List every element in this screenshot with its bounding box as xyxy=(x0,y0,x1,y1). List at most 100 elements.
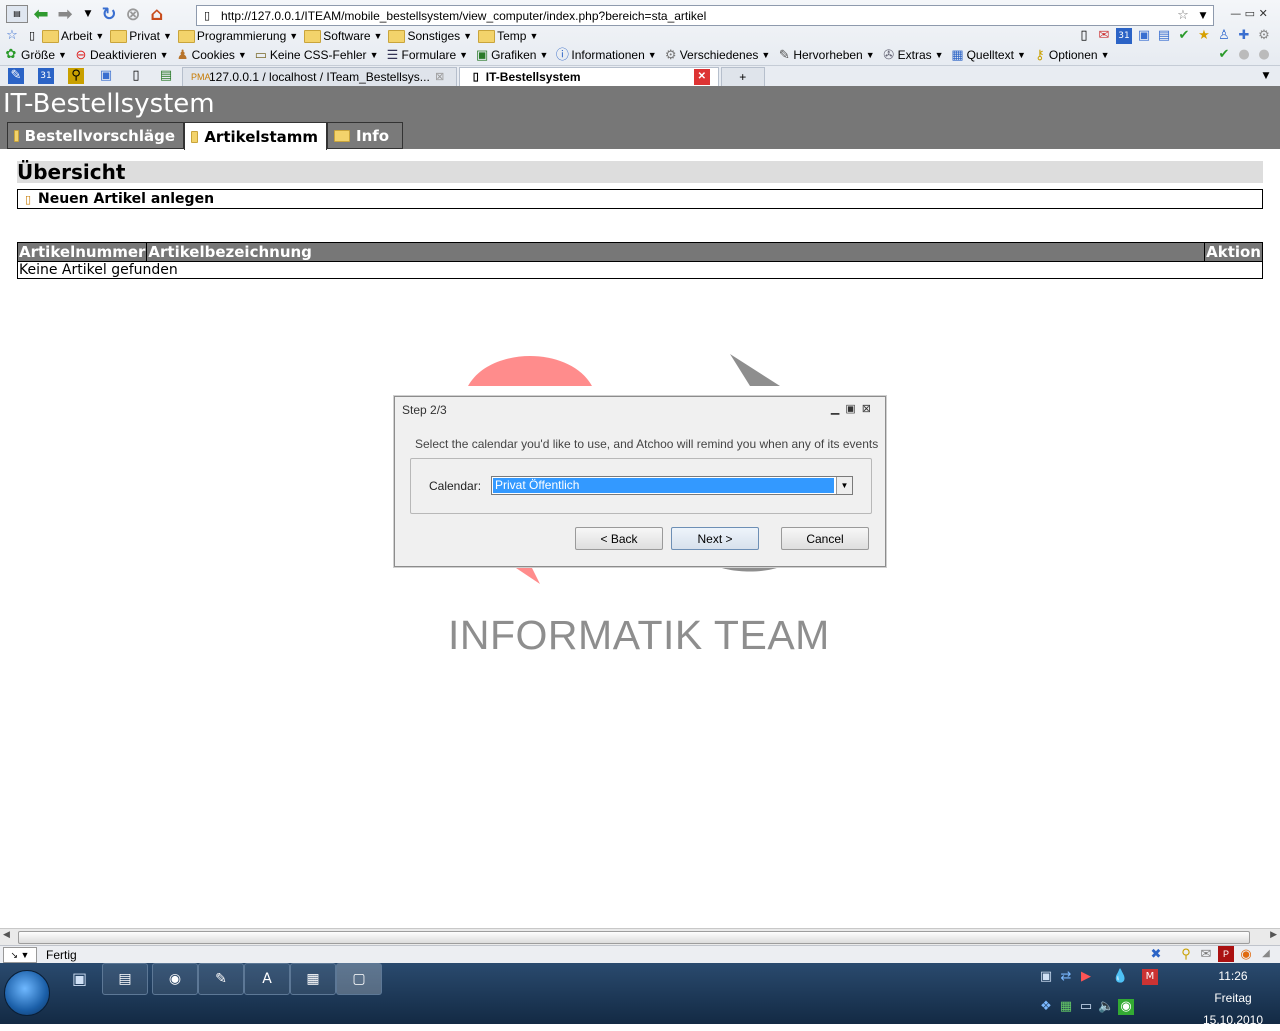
forward-button[interactable]: ➡ xyxy=(54,3,76,25)
minimize-icon[interactable]: ▁ xyxy=(831,403,845,415)
dev-formulare[interactable]: ☰ Formulare ▼ xyxy=(384,47,468,63)
url-dropdown-icon[interactable]: ▼ xyxy=(1195,8,1211,24)
tray-mail-icon[interactable]: M xyxy=(1142,969,1158,985)
history-dropdown-icon[interactable]: ▼ xyxy=(80,6,96,22)
gmail-icon[interactable]: ✉ xyxy=(1096,28,1112,44)
google-icon[interactable]: ✚ xyxy=(1236,28,1252,44)
cancel-button[interactable]: Cancel xyxy=(781,527,869,550)
site-identity-icon[interactable]: ▤ xyxy=(6,5,28,23)
dev-groesse[interactable]: Größe ▼ xyxy=(21,48,67,62)
window-controls-icon[interactable]: — ▭ ✕ xyxy=(1220,6,1278,22)
bookmark-programmierung[interactable]: Programmierung ▼ xyxy=(177,29,298,43)
bookmark-sonstiges[interactable]: Sonstiges ▼ xyxy=(388,29,472,43)
start-button-icon[interactable] xyxy=(4,970,50,1016)
tab-list-icon[interactable]: ▼ xyxy=(1258,68,1274,84)
dev-verschiedenes[interactable]: ⚙ Verschiedenes ▼ xyxy=(663,47,770,63)
tray-network-icon[interactable]: ▭ xyxy=(1078,999,1094,1015)
tab-phpmyadmin[interactable]: PMA 127.0.0.1 / localhost / ITeam_Bestel… xyxy=(182,66,457,86)
dev-deaktivieren[interactable]: ⊖ Deaktivieren ▼ xyxy=(73,47,168,63)
download-tab-icon[interactable]: ▤ xyxy=(158,68,174,84)
tray-monitor-icon[interactable]: ▣ xyxy=(1038,969,1054,985)
calendar-select[interactable]: Privat Öffentlich ▼ xyxy=(491,476,853,495)
maximize-icon[interactable]: ▣ xyxy=(845,403,861,415)
taskbar-access-icon[interactable]: A xyxy=(244,963,290,995)
feed-tab-icon[interactable]: ▣ xyxy=(98,68,114,84)
resize-grip-icon[interactable]: ◢ xyxy=(1258,946,1274,962)
check-icon[interactable]: ✔ xyxy=(1176,28,1192,44)
tab-artikelstamm[interactable]: Artikelstamm xyxy=(184,122,327,150)
dev-label: Cookies xyxy=(191,48,235,62)
firefox-icon[interactable]: ◉ xyxy=(1238,946,1254,962)
status-menu-icon[interactable]: ↘ ▼ xyxy=(3,947,37,963)
address-bar[interactable]: ▯ http://127.0.0.1/ITEAM/mobile_bestells… xyxy=(196,5,1214,26)
reader-icon[interactable]: ▣ xyxy=(1136,28,1152,44)
tray-windows-icon[interactable]: ▦ xyxy=(1058,999,1074,1015)
chevron-down-icon[interactable]: ▼ xyxy=(836,477,852,494)
note-icon[interactable]: ▯ xyxy=(1076,28,1092,44)
taskbar-atchoo-icon[interactable]: ▢ xyxy=(336,963,382,995)
chart-icon[interactable]: ▤ xyxy=(1156,28,1172,44)
taskbar-clock[interactable]: 11:26 Freitag 15.10.2010 xyxy=(1198,965,1268,1031)
tab-bestellvorschlaege[interactable]: Bestellvorschläge xyxy=(7,122,184,149)
bookmark-label: Programmierung xyxy=(196,29,287,43)
mail-status-icon[interactable]: ✉ xyxy=(1198,946,1214,962)
tray-teamviewer-icon[interactable]: ⇄ xyxy=(1058,969,1074,985)
dev-extras[interactable]: ✇ Extras ▼ xyxy=(881,47,943,63)
tray-drop-icon[interactable]: 💧 xyxy=(1112,969,1128,985)
url-text[interactable]: http://127.0.0.1/ITEAM/mobile_bestellsys… xyxy=(221,9,706,23)
taskbar-firefox-icon[interactable]: ◉ xyxy=(152,963,198,995)
close-icon[interactable]: ⊠ xyxy=(862,403,877,415)
show-desktop-icon[interactable]: ▣ xyxy=(72,969,87,988)
bookmark-arbeit[interactable]: Arbeit ▼ xyxy=(42,29,104,43)
folder-icon xyxy=(42,29,59,43)
section-title: Übersicht xyxy=(17,161,1263,183)
taskbar-explorer-icon[interactable]: ▤ xyxy=(102,963,148,995)
back-button[interactable]: < Back xyxy=(575,527,663,550)
search-status-icon[interactable]: ⚲ xyxy=(1178,946,1194,962)
tab-info[interactable]: Info xyxy=(327,122,403,149)
next-button[interactable]: Next > xyxy=(671,527,759,550)
new-tab-button[interactable]: + xyxy=(720,66,765,86)
home-button[interactable]: ⌂ xyxy=(146,3,168,25)
app-tab-icon[interactable]: ✎ xyxy=(8,68,24,84)
back-button[interactable]: ⬅ xyxy=(30,3,52,25)
scrollbar-thumb[interactable] xyxy=(18,931,1250,944)
calendar-tab-icon[interactable]: 31 xyxy=(38,68,54,84)
search-tab-icon[interactable]: ⚲ xyxy=(68,68,84,84)
taskbar-remote-icon[interactable]: ▦ xyxy=(290,963,336,995)
settings-gear-icon[interactable]: ⚙ xyxy=(1256,28,1272,44)
user-icon[interactable]: ♙ xyxy=(1216,28,1232,44)
favorites-icon[interactable]: ★ xyxy=(1196,28,1212,44)
atchoo-calendar-dialog: Step 2/3 ▁▣⊠ Select the calendar you'd l… xyxy=(394,396,886,567)
tray-eye-icon[interactable]: ◉ xyxy=(1118,999,1134,1015)
dev-cookies[interactable]: ♟ Cookies ▼ xyxy=(175,47,247,63)
bookmark-privat[interactable]: Privat ▼ xyxy=(110,29,172,43)
tray-volume-icon[interactable]: 🔈 xyxy=(1098,999,1114,1015)
bookmark-software[interactable]: Software ▼ xyxy=(304,29,382,43)
calendar-icon[interactable]: 31 xyxy=(1116,28,1132,44)
dev-quelltext[interactable]: ▦ Quelltext ▼ xyxy=(950,47,1025,63)
dev-grafiken[interactable]: ▣ Grafiken ▼ xyxy=(474,47,548,63)
close-tab-icon[interactable]: ⊠ xyxy=(432,69,448,85)
close-tab-icon[interactable]: ✕ xyxy=(693,68,710,85)
xmarks-icon[interactable]: ✖ xyxy=(1148,946,1164,962)
bookmark-temp[interactable]: Temp ▼ xyxy=(478,29,538,43)
tray-dropbox-icon[interactable]: ❖ xyxy=(1038,999,1054,1015)
horizontal-scrollbar[interactable]: ◀ ▶ xyxy=(0,928,1280,945)
scroll-left-icon[interactable]: ◀ xyxy=(3,930,10,940)
star-icon[interactable]: ☆ xyxy=(4,28,20,44)
dev-informationen[interactable]: ⓘ Informationen ▼ xyxy=(554,47,657,63)
bookmark-star-icon[interactable]: ☆ xyxy=(1175,8,1191,24)
dev-hervorheben[interactable]: ✎ Hervorheben ▼ xyxy=(776,47,875,63)
dev-optionen[interactable]: ⚷ Optionen ▼ xyxy=(1032,47,1109,63)
page-tab-icon[interactable]: ▯ xyxy=(128,68,144,84)
pdf-icon[interactable]: P xyxy=(1218,946,1234,962)
dev-css[interactable]: ▭ Keine CSS-Fehler ▼ xyxy=(253,47,379,63)
tab-it-bestellsystem[interactable]: ▯ IT-Bestellsystem ✕ xyxy=(458,66,719,86)
stop-button[interactable]: ⊗ xyxy=(122,3,144,25)
scroll-right-icon[interactable]: ▶ xyxy=(1270,930,1277,940)
taskbar-notepad-icon[interactable]: ✎ xyxy=(198,963,244,995)
reload-button[interactable]: ↻ xyxy=(98,3,120,25)
tray-media-icon[interactable]: ▶ xyxy=(1078,969,1094,985)
new-article-link[interactable]: ▯ Neuen Artikel anlegen xyxy=(17,189,1263,209)
